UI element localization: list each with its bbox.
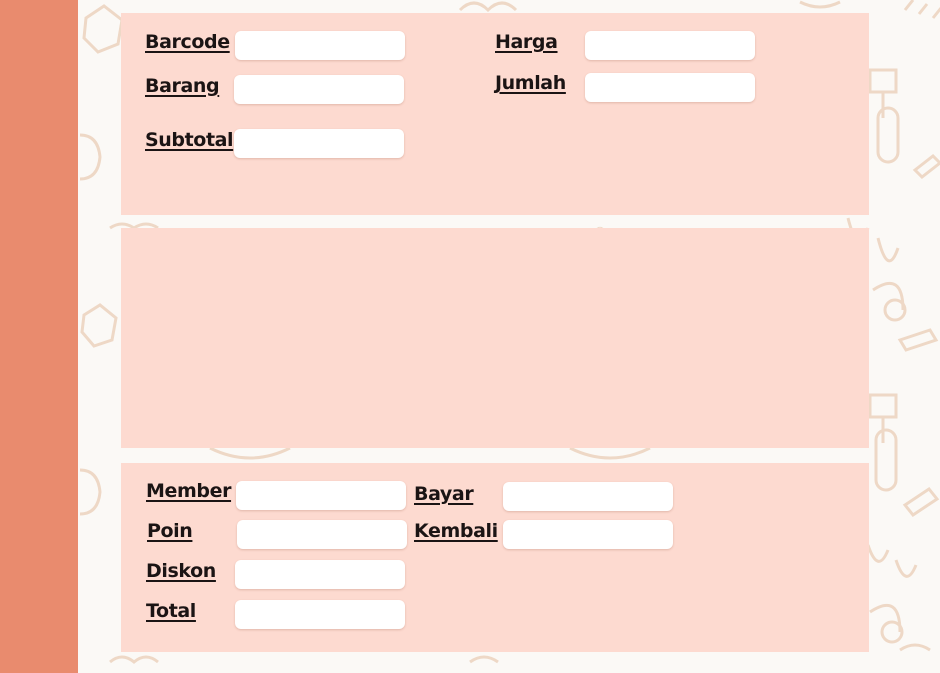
item-list-panel	[121, 228, 869, 448]
harga-label: Harga	[495, 31, 558, 53]
member-input[interactable]	[236, 481, 406, 510]
poin-input[interactable]	[237, 520, 407, 549]
jumlah-input[interactable]	[585, 73, 755, 102]
barcode-input[interactable]	[235, 31, 405, 60]
total-label: Total	[146, 600, 196, 622]
diskon-input[interactable]	[235, 560, 405, 589]
subtotal-input[interactable]	[234, 129, 404, 158]
barang-label: Barang	[145, 75, 220, 97]
total-input[interactable]	[235, 600, 405, 629]
bayar-input[interactable]	[503, 482, 673, 511]
jumlah-label: Jumlah	[495, 72, 566, 94]
barang-input[interactable]	[234, 75, 404, 104]
kembali-label: Kembali	[414, 520, 498, 542]
barcode-label: Barcode	[145, 31, 230, 53]
subtotal-label: Subtotal	[145, 129, 234, 151]
transaction-panel	[121, 463, 869, 652]
sidebar	[0, 0, 78, 673]
member-label: Member	[146, 480, 232, 502]
diskon-label: Diskon	[146, 560, 216, 582]
bayar-label: Bayar	[414, 483, 474, 505]
poin-label: Poin	[147, 520, 193, 542]
harga-input[interactable]	[585, 31, 755, 60]
kembali-input[interactable]	[503, 520, 673, 549]
